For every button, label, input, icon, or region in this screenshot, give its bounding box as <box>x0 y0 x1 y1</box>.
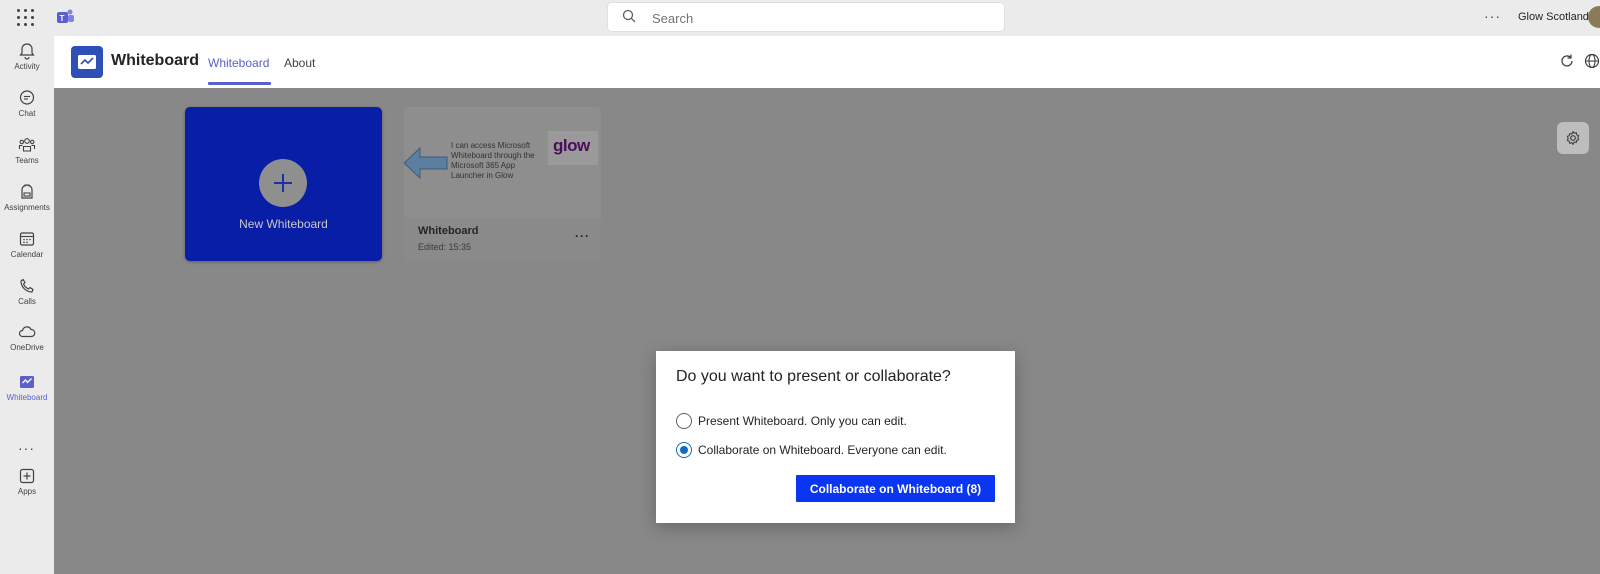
rail-item-assignments[interactable]: Assignments <box>0 183 54 227</box>
svg-text:T: T <box>60 14 65 23</box>
arrow-left-icon <box>404 146 448 180</box>
rail-more-icon[interactable]: ··· <box>18 440 35 456</box>
rail-item-calendar[interactable]: Calendar <box>0 230 54 274</box>
rail-label: Calendar <box>10 250 44 259</box>
backpack-icon <box>21 184 33 199</box>
teams-icon <box>18 138 36 152</box>
rail-label: Teams <box>15 156 39 165</box>
globe-icon[interactable] <box>1584 53 1600 69</box>
search-input[interactable] <box>650 7 994 29</box>
thumbnail-text: I can access Microsoft Whiteboard throug… <box>451 141 535 180</box>
refresh-icon[interactable] <box>1559 53 1575 69</box>
settings-button[interactable] <box>1557 122 1589 154</box>
cloud-icon <box>18 326 36 338</box>
tab-whiteboard[interactable]: Whiteboard <box>208 56 269 70</box>
active-tab-indicator <box>208 82 271 85</box>
teams-logo-icon: T <box>55 7 75 27</box>
rail-item-apps[interactable]: Apps <box>0 467 54 511</box>
rail-label: Apps <box>17 487 37 496</box>
rail-item-whiteboard[interactable]: Whiteboard <box>0 373 54 417</box>
left-rail: Activity Chat Teams Assignments Calendar… <box>0 36 54 574</box>
phone-icon <box>20 278 34 293</box>
card-more-icon[interactable]: ··· <box>575 229 590 243</box>
rail-item-teams[interactable]: Teams <box>0 136 54 180</box>
app-title: Whiteboard <box>111 52 199 69</box>
app-header: Whiteboard Whiteboard About <box>54 36 1600 88</box>
option-present-label[interactable]: Present Whiteboard. Only you can edit. <box>698 414 907 428</box>
gear-icon <box>1566 130 1580 146</box>
more-options-icon[interactable]: ··· <box>1484 8 1501 24</box>
new-whiteboard-card[interactable]: New Whiteboard <box>185 107 382 261</box>
whiteboard-card-edited: Edited: 15:35 <box>418 242 472 252</box>
avatar[interactable] <box>1588 6 1600 28</box>
present-collaborate-dialog: Do you want to present or collaborate? P… <box>656 351 1015 523</box>
rail-label: Calls <box>18 297 36 306</box>
rail-label: Activity <box>14 62 40 71</box>
option-collaborate-label[interactable]: Collaborate on Whiteboard. Everyone can … <box>698 443 947 457</box>
bell-icon <box>19 43 35 60</box>
new-whiteboard-label: New Whiteboard <box>239 217 328 231</box>
present-radio[interactable] <box>676 413 692 429</box>
rail-item-onedrive[interactable]: OneDrive <box>0 323 54 367</box>
whiteboard-thumbnail: I can access Microsoft Whiteboard throug… <box>404 107 601 217</box>
tab-about[interactable]: About <box>284 56 315 70</box>
whiteboard-card[interactable]: I can access Microsoft Whiteboard throug… <box>404 107 601 261</box>
plus-icon <box>259 159 307 207</box>
glow-logo: glow <box>548 131 598 165</box>
whiteboard-card-footer: Whiteboard Edited: 15:35 ··· <box>404 217 601 261</box>
top-bar: T ··· Glow Scotland <box>0 0 1600 36</box>
calendar-icon <box>19 232 35 246</box>
rail-label: Whiteboard <box>6 393 48 402</box>
collaborate-radio[interactable] <box>676 442 692 458</box>
dialog-title: Do you want to present or collaborate? <box>676 368 951 385</box>
app-launcher-icon[interactable] <box>17 9 35 27</box>
rail-label: Chat <box>18 109 36 118</box>
rail-item-calls[interactable]: Calls <box>0 277 54 321</box>
user-name[interactable]: Glow Scotland <box>1518 11 1589 23</box>
plus-box-icon <box>19 468 35 484</box>
rail-item-chat[interactable]: Chat <box>0 89 54 133</box>
whiteboard-icon <box>20 376 34 388</box>
whiteboard-card-title: Whiteboard <box>418 225 479 237</box>
rail-label: OneDrive <box>10 343 44 352</box>
rail-item-activity[interactable]: Activity <box>0 42 54 86</box>
whiteboard-logo-icon <box>71 46 103 78</box>
rail-label: Assignments <box>4 203 50 212</box>
chat-icon <box>19 90 35 105</box>
search-icon <box>622 9 636 23</box>
search-box[interactable] <box>608 3 1004 31</box>
collaborate-button[interactable]: Collaborate on Whiteboard (8) <box>796 475 995 502</box>
